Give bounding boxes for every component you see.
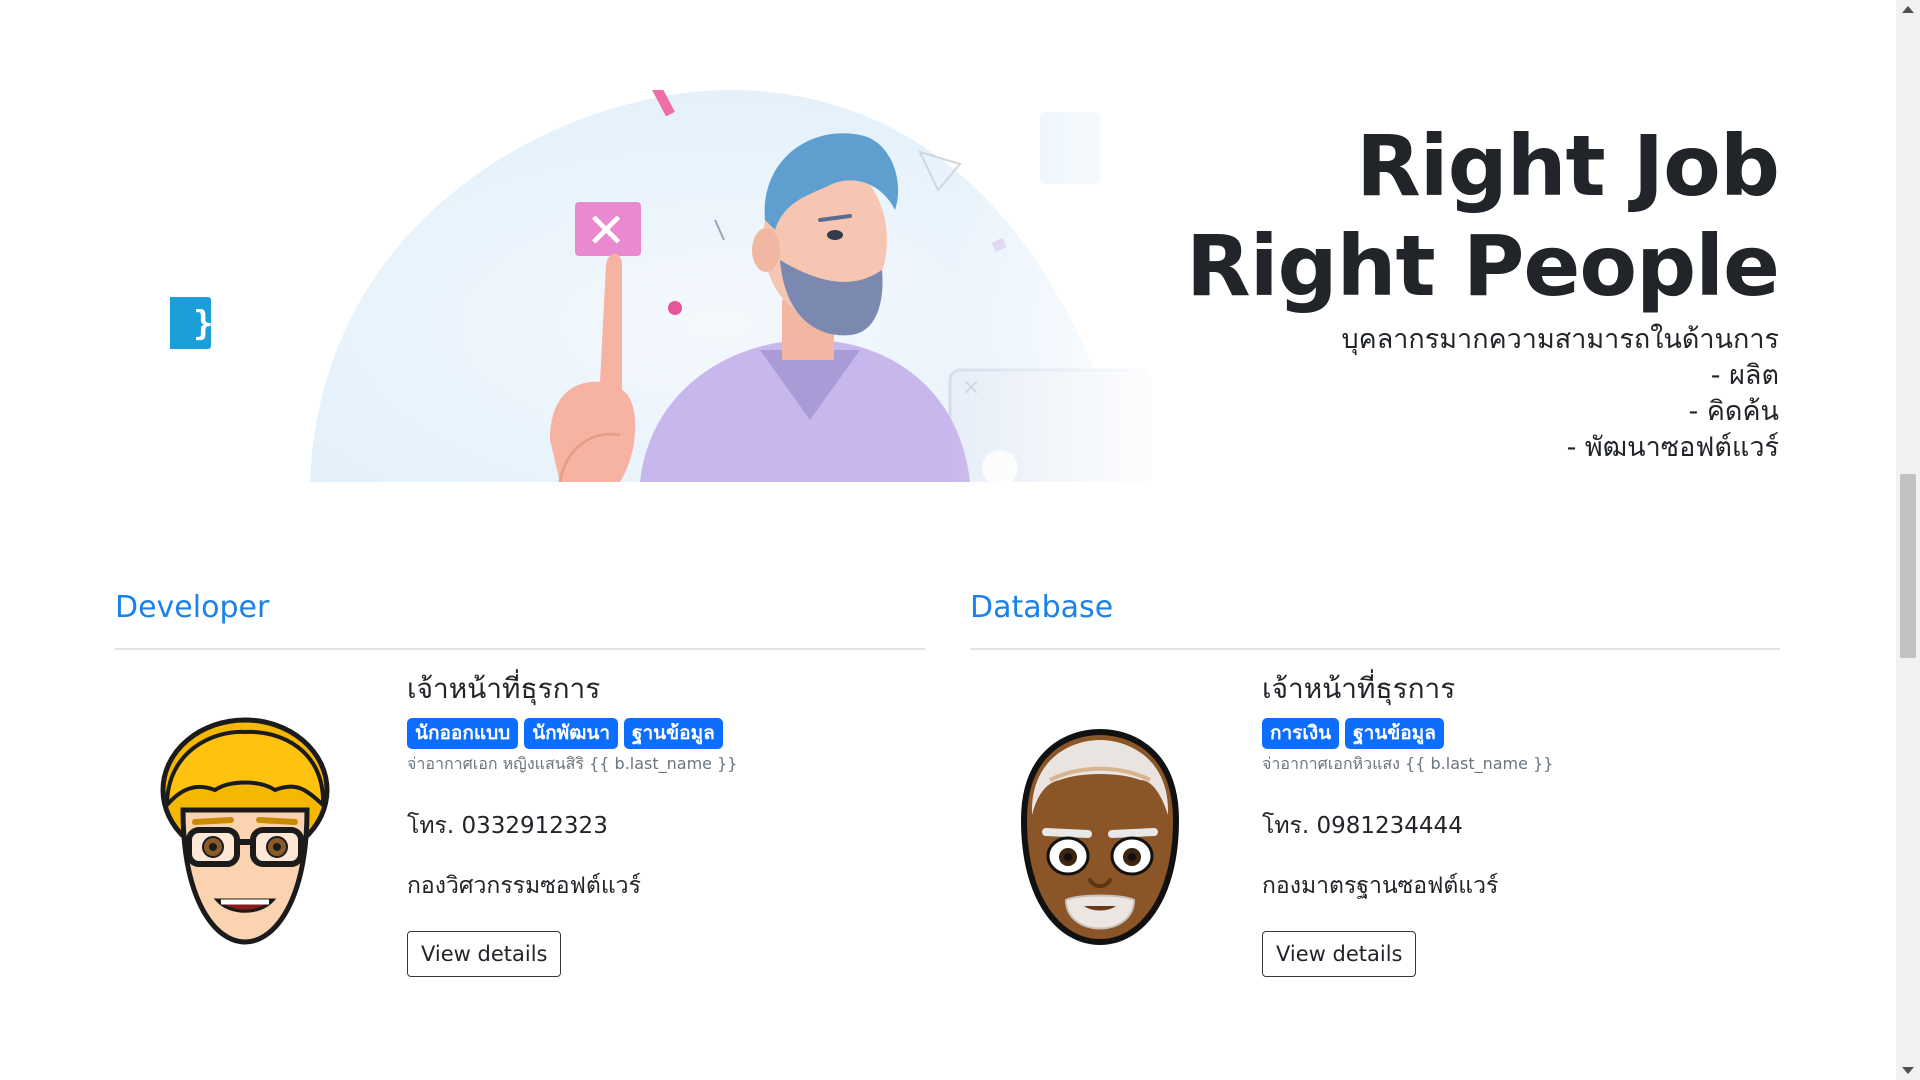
hero-subtitle-line: - คิดค้น bbox=[1688, 396, 1779, 427]
view-details-button[interactable]: View details bbox=[407, 931, 562, 977]
scroll-up-arrow-icon[interactable] bbox=[1902, 6, 1914, 13]
bearded-bald-man-avatar bbox=[1020, 728, 1180, 946]
hero-illustration: × { } ✕ bbox=[170, 90, 1170, 482]
staff-card: เจ้าหน้าที่ธุรการ การเงิน ฐานข้อมูล จ่าอ… bbox=[970, 650, 1780, 1010]
hero-subtitle-line: บุคลากรมากความสามารถในด้านการ bbox=[1341, 324, 1780, 355]
hero-title-line-1: Right Job bbox=[1356, 117, 1780, 215]
staff-name: จ่าอากาศเอก หญิงแสนสิริ {{ b.last_name }… bbox=[407, 754, 738, 773]
staff-info: เจ้าหน้าที่ธุรการ นักออกแบบ นักพัฒนา ฐาน… bbox=[407, 670, 917, 977]
skill-badge: การเงิน bbox=[1262, 718, 1340, 749]
scroll-down-arrow-icon[interactable] bbox=[1902, 1067, 1914, 1074]
skill-badge: ฐานข้อมูล bbox=[624, 718, 723, 749]
page: × { } ✕ bbox=[0, 0, 1896, 1080]
staff-role: เจ้าหน้าที่ธุรการ bbox=[1262, 672, 1456, 705]
svg-text:{ }: { } bbox=[170, 304, 213, 344]
staff-role: เจ้าหน้าที่ธุรการ bbox=[407, 672, 601, 705]
staff-card: เจ้าหน้าที่ธุรการ นักออกแบบ นักพัฒนา ฐาน… bbox=[115, 650, 925, 1010]
view-details-button[interactable]: View details bbox=[1262, 931, 1417, 977]
skill-badge: นักออกแบบ bbox=[407, 718, 519, 749]
staff-department: กองวิศวกรรมซอฟต์แวร์ bbox=[407, 873, 641, 899]
svg-text:✕: ✕ bbox=[586, 203, 626, 259]
staff-name: จ่าอากาศเอกหิวแสง {{ b.last_name }} bbox=[1262, 754, 1554, 773]
scrollbar-thumb[interactable] bbox=[1900, 474, 1916, 658]
staff-phone: โทร. 0981234444 bbox=[1262, 813, 1463, 839]
hero-subtitle-line: - พัฒนาซอฟต์แวร์ bbox=[1566, 432, 1779, 463]
page-scrollbar[interactable] bbox=[1896, 0, 1920, 1080]
section-developer: Developer เจ้าหน้าที่ธุรการ นักออกแบบ นั… bbox=[115, 588, 925, 1010]
staff-info: เจ้าหน้าที่ธุรการ การเงิน ฐานข้อมูล จ่าอ… bbox=[1262, 670, 1772, 977]
section-heading: Developer bbox=[115, 590, 270, 625]
section-heading: Database bbox=[970, 590, 1114, 625]
hero-subtitle-line: - ผลิต bbox=[1710, 360, 1779, 391]
staff-phone: โทร. 0332912323 bbox=[407, 813, 608, 839]
hero-subtitle: บุคลากรมากความสามารถในด้านการ - ผลิต - ค… bbox=[1079, 322, 1780, 466]
skill-badge: ฐานข้อมูล bbox=[1345, 718, 1444, 749]
hero-text: Right Job Right People บุคลากรมากความสาม… bbox=[1079, 116, 1780, 466]
skill-badge: นักพัฒนา bbox=[524, 718, 619, 749]
skill-tags: การเงิน ฐานข้อมูล bbox=[1262, 718, 1772, 749]
hero-title: Right Job Right People bbox=[1079, 116, 1780, 316]
skill-tags: นักออกแบบ นักพัฒนา ฐานข้อมูล bbox=[407, 718, 917, 749]
hero-title-line-2: Right People bbox=[1186, 217, 1780, 315]
blond-glasses-man-avatar bbox=[160, 717, 330, 945]
staff-department: กองมาตรฐานซอฟต์แวร์ bbox=[1262, 873, 1499, 899]
section-database: Database เจ้าหน้าที่ธุรการ การเงิน ฐานข้… bbox=[970, 588, 1780, 1010]
